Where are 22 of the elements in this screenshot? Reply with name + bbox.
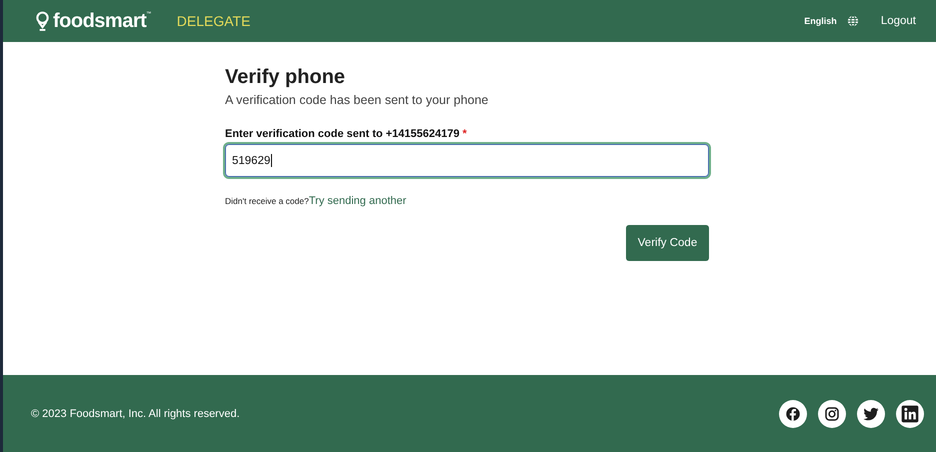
language-selector[interactable]: English xyxy=(804,15,859,27)
copyright-text: © 2023 Foodsmart, Inc. All rights reserved. xyxy=(31,408,240,420)
resend-prompt: Didn't receive a code? xyxy=(225,196,309,206)
linkedin-icon xyxy=(900,404,920,424)
location-pin-icon xyxy=(35,10,50,32)
linkedin-link[interactable] xyxy=(896,400,924,428)
resend-link[interactable]: Try sending another xyxy=(308,195,406,207)
foodsmart-logo[interactable]: foodsmart$^{™}$ xyxy=(35,10,151,32)
globe-icon xyxy=(846,15,859,27)
field-label: Enter verification code sent to +14155624179 xyxy=(225,128,460,140)
facebook-icon xyxy=(784,404,802,422)
facebook-link[interactable] xyxy=(779,400,807,428)
page-title: Verify phone xyxy=(225,66,346,89)
section-label: DELEGATE xyxy=(176,13,250,29)
verify-code-button[interactable]: Verify Code xyxy=(626,225,709,261)
instagram-link[interactable] xyxy=(818,400,846,428)
twitter-link[interactable] xyxy=(857,400,885,428)
logout-link[interactable]: Logout xyxy=(880,15,916,27)
code-input-field[interactable]: 519629 xyxy=(225,144,709,177)
page-subtitle: A verification code has been sent to your phone xyxy=(225,93,490,107)
instagram-icon xyxy=(823,404,841,422)
required-mark: * xyxy=(462,128,467,140)
